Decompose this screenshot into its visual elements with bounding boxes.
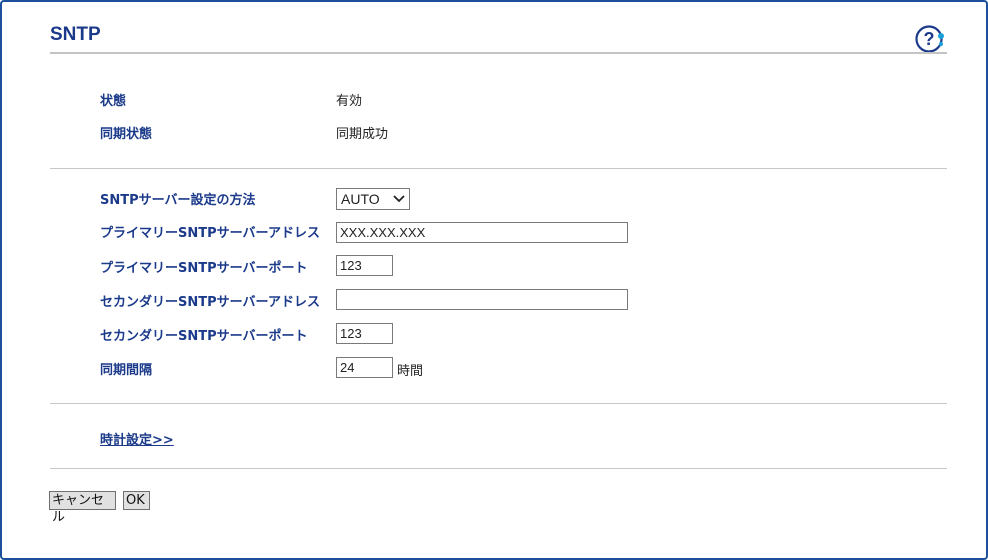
sntp-method-select[interactable]: AUTO [336,188,410,210]
footer-divider [50,468,947,469]
primary-server-port-input[interactable]: 123 [336,255,393,276]
sync-interval-input[interactable]: 24 [336,357,393,378]
secondary-server-address-label: セカンダリーSNTPサーバーアドレス [100,295,320,310]
svg-text:?: ? [924,29,935,49]
chevron-down-icon [393,195,405,203]
sntp-method-label: SNTPサーバー設定の方法 [100,193,256,208]
header-divider [50,52,947,54]
status-label: 状態 [100,94,127,109]
page-title: SNTP [50,24,101,45]
primary-server-address-label: プライマリーSNTPサーバーアドレス [100,226,320,241]
sync-interval-label: 同期間隔 [100,363,153,378]
sync-status-value: 同期成功 [336,127,389,142]
secondary-server-address-input[interactable] [336,289,628,310]
cancel-button[interactable]: キャンセル [49,491,116,525]
secondary-server-port-input[interactable]: 123 [336,323,393,344]
primary-server-port-label: プライマリーSNTPサーバーポート [100,261,308,276]
section-divider [50,168,947,169]
sync-status-label: 同期状態 [100,127,153,142]
clock-settings-link[interactable]: 時計設定>> [100,429,174,448]
sntp-method-selected-value: AUTO [341,191,380,207]
settings-panel: SNTP ? 状態 有効 同期状態 同期成功 SNTPサーバー設定の方法 AUT… [0,0,988,560]
ok-button[interactable]: OK [123,491,150,510]
section-divider [50,403,947,404]
sync-interval-unit: 時間 [397,364,424,379]
secondary-server-port-label: セカンダリーSNTPサーバーポート [100,329,308,344]
status-value: 有効 [336,94,363,109]
primary-server-address-input[interactable]: XXX.XXX.XXX [336,222,628,243]
